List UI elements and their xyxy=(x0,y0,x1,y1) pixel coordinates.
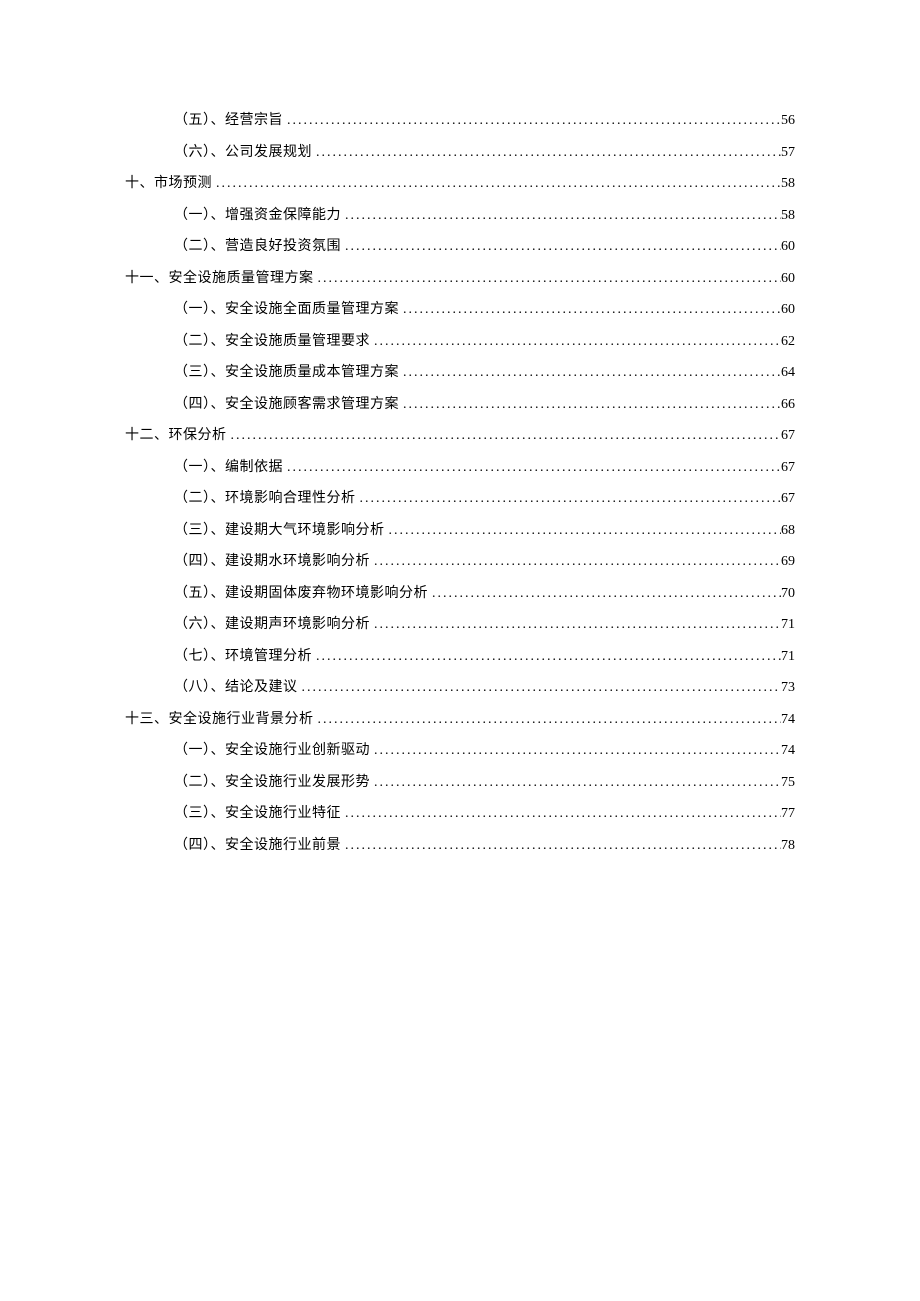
toc-leader-dots xyxy=(341,205,781,226)
toc-entry-page: 66 xyxy=(781,394,795,415)
toc-leader-dots xyxy=(356,488,782,509)
toc-entry-page: 71 xyxy=(781,646,795,667)
toc-entry: 十一、安全设施质量管理方案 60 xyxy=(125,268,795,289)
toc-entry-page: 67 xyxy=(781,457,795,478)
toc-entry-page: 67 xyxy=(781,425,795,446)
toc-entry: （二）、营造良好投资氛围 60 xyxy=(125,236,795,257)
toc-entry: （一）、安全设施全面质量管理方案 60 xyxy=(125,299,795,320)
toc-entry-page: 74 xyxy=(781,709,795,730)
toc-entry-page: 69 xyxy=(781,551,795,572)
toc-entry-label: 十一、安全设施质量管理方案 xyxy=(125,268,314,289)
toc-entry: （四）、建设期水环境影响分析 69 xyxy=(125,551,795,572)
toc-entry-page: 67 xyxy=(781,488,795,509)
toc-entry-page: 64 xyxy=(781,362,795,383)
toc-entry: 十三、安全设施行业背景分析 74 xyxy=(125,709,795,730)
toc-entry-page: 70 xyxy=(781,583,795,604)
toc-entry-label: （四）、安全设施顾客需求管理方案 xyxy=(174,394,399,415)
toc-leader-dots xyxy=(227,425,782,446)
toc-leader-dots xyxy=(314,709,782,730)
toc-leader-dots xyxy=(283,457,781,478)
toc-entry: （一）、安全设施行业创新驱动 74 xyxy=(125,740,795,761)
toc-entry: （一）、编制依据 67 xyxy=(125,457,795,478)
toc-entry: （三）、安全设施质量成本管理方案 64 xyxy=(125,362,795,383)
toc-leader-dots xyxy=(314,268,782,289)
toc-entry-page: 73 xyxy=(781,677,795,698)
toc-entry-page: 68 xyxy=(781,520,795,541)
toc-leader-dots xyxy=(312,142,781,163)
toc-entry-label: （三）、安全设施行业特征 xyxy=(174,803,341,824)
toc-entry-label: （六）、公司发展规划 xyxy=(174,142,312,163)
toc-entry: （二）、安全设施行业发展形势 75 xyxy=(125,772,795,793)
toc-entry-page: 77 xyxy=(781,803,795,824)
toc-entry-page: 74 xyxy=(781,740,795,761)
toc-entry-label: （二）、安全设施质量管理要求 xyxy=(174,331,370,352)
toc-leader-dots xyxy=(399,299,781,320)
toc-entry-label: 十三、安全设施行业背景分析 xyxy=(125,709,314,730)
toc-leader-dots xyxy=(341,236,781,257)
toc-leader-dots xyxy=(428,583,781,604)
toc-leader-dots xyxy=(341,803,781,824)
toc-entry-page: 58 xyxy=(781,173,795,194)
toc-entry-label: （二）、营造良好投资氛围 xyxy=(174,236,341,257)
toc-leader-dots xyxy=(370,331,781,352)
table-of-contents: （五）、经营宗旨 56 （六）、公司发展规划 57 十、市场预测 58 （一）、… xyxy=(125,110,795,856)
toc-entry-label: 十、市场预测 xyxy=(125,173,212,194)
toc-leader-dots xyxy=(341,835,781,856)
toc-leader-dots xyxy=(312,646,781,667)
toc-entry-label: （二）、安全设施行业发展形势 xyxy=(174,772,370,793)
toc-entry-page: 62 xyxy=(781,331,795,352)
toc-entry-page: 60 xyxy=(781,236,795,257)
toc-entry: （二）、环境影响合理性分析 67 xyxy=(125,488,795,509)
toc-entry-page: 78 xyxy=(781,835,795,856)
toc-entry: （四）、安全设施行业前景 78 xyxy=(125,835,795,856)
toc-entry-label: （一）、增强资金保障能力 xyxy=(174,205,341,226)
toc-leader-dots xyxy=(370,740,781,761)
toc-entry: （三）、安全设施行业特征 77 xyxy=(125,803,795,824)
toc-leader-dots xyxy=(370,772,781,793)
toc-entry: （八）、结论及建议 73 xyxy=(125,677,795,698)
toc-entry-label: （五）、建设期固体废弃物环境影响分析 xyxy=(174,583,428,604)
toc-leader-dots xyxy=(370,551,781,572)
toc-entry: （一）、增强资金保障能力 58 xyxy=(125,205,795,226)
toc-entry-label: （七）、环境管理分析 xyxy=(174,646,312,667)
toc-entry: （三）、建设期大气环境影响分析 68 xyxy=(125,520,795,541)
toc-entry: （五）、经营宗旨 56 xyxy=(125,110,795,131)
toc-entry-page: 60 xyxy=(781,299,795,320)
toc-entry-page: 57 xyxy=(781,142,795,163)
toc-entry-label: （八）、结论及建议 xyxy=(174,677,298,698)
toc-leader-dots xyxy=(212,173,781,194)
toc-leader-dots xyxy=(399,394,781,415)
toc-entry: （六）、公司发展规划 57 xyxy=(125,142,795,163)
toc-entry: 十、市场预测 58 xyxy=(125,173,795,194)
toc-entry: （五）、建设期固体废弃物环境影响分析 70 xyxy=(125,583,795,604)
toc-leader-dots xyxy=(399,362,781,383)
toc-leader-dots xyxy=(385,520,782,541)
toc-entry-label: （六）、建设期声环境影响分析 xyxy=(174,614,370,635)
toc-entry-label: （一）、编制依据 xyxy=(174,457,283,478)
toc-entry: （二）、安全设施质量管理要求 62 xyxy=(125,331,795,352)
toc-entry-label: （一）、安全设施行业创新驱动 xyxy=(174,740,370,761)
toc-entry-page: 75 xyxy=(781,772,795,793)
toc-entry-label: （四）、安全设施行业前景 xyxy=(174,835,341,856)
toc-entry-page: 58 xyxy=(781,205,795,226)
toc-entry: （六）、建设期声环境影响分析 71 xyxy=(125,614,795,635)
toc-leader-dots xyxy=(370,614,781,635)
toc-entry-label: 十二、环保分析 xyxy=(125,425,227,446)
toc-entry-label: （三）、建设期大气环境影响分析 xyxy=(174,520,385,541)
toc-entry: 十二、环保分析 67 xyxy=(125,425,795,446)
toc-entry-page: 60 xyxy=(781,268,795,289)
toc-entry-label: （五）、经营宗旨 xyxy=(174,110,283,131)
toc-entry-label: （四）、建设期水环境影响分析 xyxy=(174,551,370,572)
toc-entry-page: 56 xyxy=(781,110,795,131)
toc-leader-dots xyxy=(283,110,781,131)
toc-entry-label: （三）、安全设施质量成本管理方案 xyxy=(174,362,399,383)
toc-leader-dots xyxy=(298,677,782,698)
toc-entry-label: （一）、安全设施全面质量管理方案 xyxy=(174,299,399,320)
toc-entry: （四）、安全设施顾客需求管理方案 66 xyxy=(125,394,795,415)
toc-entry-page: 71 xyxy=(781,614,795,635)
toc-entry: （七）、环境管理分析 71 xyxy=(125,646,795,667)
toc-entry-label: （二）、环境影响合理性分析 xyxy=(174,488,356,509)
